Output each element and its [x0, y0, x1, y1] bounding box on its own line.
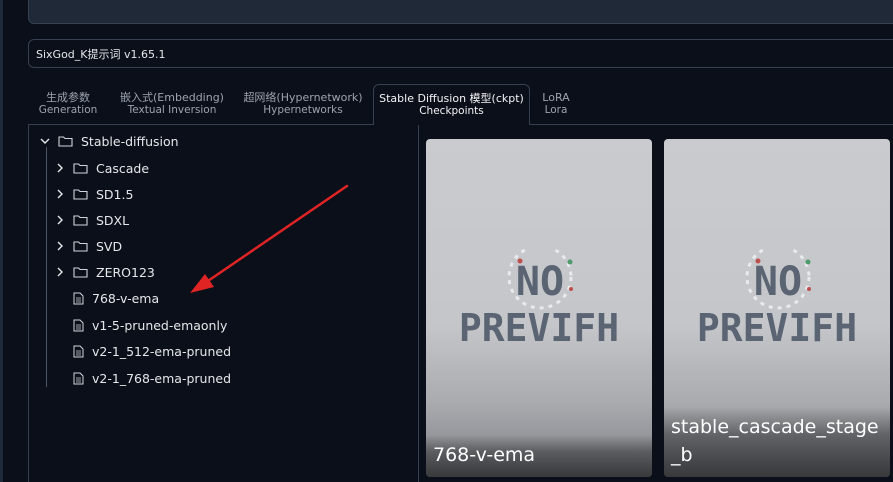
tree-label: v1-5-pruned-emaonly — [92, 317, 228, 333]
tree-folder-sdxl[interactable]: SDXL — [55, 209, 129, 231]
tree-folder-svd[interactable]: SVD — [55, 235, 122, 257]
tree-folder-zero123[interactable]: ZERO123 — [55, 261, 155, 283]
tree-label: SD1.5 — [96, 186, 134, 202]
left-panel-edge — [0, 0, 3, 482]
folder-icon — [58, 135, 73, 147]
directory-tree: Stable-diffusion Cascade SD1.5 SDXL SVD … — [29, 125, 419, 482]
folder-icon — [73, 214, 88, 226]
card-name: stable_cascade_stage_b — [664, 407, 890, 477]
chevron-right-icon — [55, 215, 65, 225]
folder-icon — [73, 266, 88, 278]
preview-text-preview: PREVIFH — [459, 306, 619, 350]
tree-label: SVD — [96, 238, 123, 254]
tab-checkpoints[interactable]: Stable Diffusion 模型(ckpt) Checkpoints — [373, 84, 530, 125]
tree-folder-sd15[interactable]: SD1.5 — [55, 183, 133, 205]
folder-icon — [73, 162, 88, 174]
no-preview-image: NO PREVIFH — [697, 249, 857, 350]
tree-label: v2-1_768-ema-pruned — [92, 370, 232, 386]
model-card[interactable]: NO PREVIFH 768-v-ema — [426, 139, 652, 477]
tree-root-stable-diffusion[interactable]: Stable-diffusion — [40, 130, 179, 152]
tree-guide-line — [46, 147, 47, 387]
tree-label: SDXL — [96, 212, 130, 228]
file-icon — [73, 292, 84, 305]
tree-label: ZERO123 — [96, 264, 155, 280]
tree-label: 768-v-ema — [92, 290, 160, 306]
tree-folder-cascade[interactable]: Cascade — [55, 157, 149, 179]
chevron-right-icon — [55, 189, 65, 199]
tab-hypernetworks[interactable]: 超网络(Hypernetwork) Hypernetworks — [243, 84, 362, 124]
tree-file-v1-5-pruned-emaonly[interactable]: v1-5-pruned-emaonly — [73, 314, 227, 336]
file-icon — [73, 372, 84, 385]
file-icon — [73, 319, 84, 332]
prompt-panel — [28, 0, 893, 24]
preview-text-no: NO — [754, 259, 802, 305]
tree-file-v2-1-768-ema-pruned[interactable]: v2-1_768-ema-pruned — [73, 367, 231, 389]
chevron-right-icon — [55, 267, 65, 277]
folder-icon — [73, 188, 88, 200]
extra-networks-tabs: 生成参数 Generation 嵌入式(Embedding) Textual I… — [28, 84, 893, 125]
tab-lora[interactable]: LoRA Lora — [536, 84, 576, 124]
extension-title: SixGod_K提示词 v1.65.1 — [36, 47, 166, 61]
folder-icon — [73, 240, 88, 252]
no-preview-image: NO PREVIFH — [459, 249, 619, 350]
tree-label: v2-1_512-ema-pruned — [92, 343, 232, 359]
tree-file-v2-1-512-ema-pruned[interactable]: v2-1_512-ema-pruned — [73, 340, 231, 362]
tree-label: Cascade — [96, 160, 150, 176]
checkpoints-panel: Stable-diffusion Cascade SD1.5 SDXL SVD … — [28, 124, 893, 482]
preview-text-no: NO — [516, 259, 564, 305]
chevron-right-icon — [55, 163, 65, 173]
extension-accordion[interactable]: SixGod_K提示词 v1.65.1 — [28, 39, 893, 68]
tree-label: Stable-diffusion — [81, 133, 179, 149]
tab-textual-inversion[interactable]: 嵌入式(Embedding) Textual Inversion — [118, 84, 226, 124]
card-name: 768-v-ema — [426, 435, 652, 477]
chevron-down-icon — [40, 136, 50, 146]
preview-text-preview: PREVIFH — [697, 306, 857, 350]
tree-file-768-v-ema[interactable]: 768-v-ema — [73, 287, 159, 309]
chevron-right-icon — [55, 241, 65, 251]
model-card[interactable]: NO PREVIFH stable_cascade_stage_b — [664, 139, 890, 477]
file-icon — [73, 345, 84, 358]
tab-generation[interactable]: 生成参数 Generation — [38, 84, 98, 124]
